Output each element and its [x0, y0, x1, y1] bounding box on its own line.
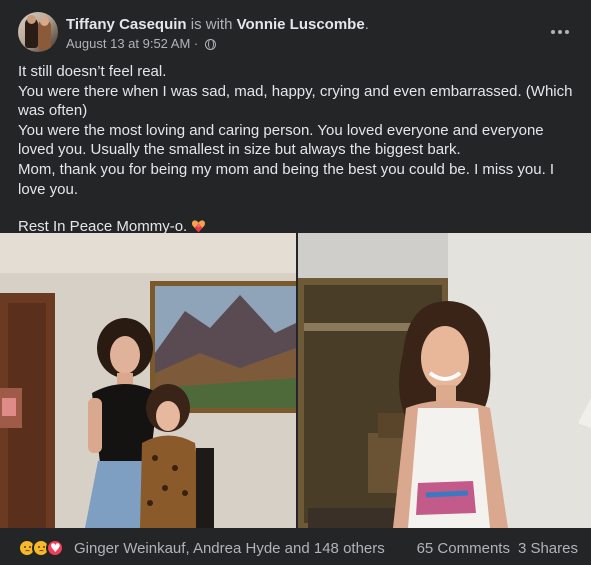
photo-right-illustration — [298, 233, 591, 528]
photo-grid — [0, 233, 591, 528]
post-line: It still doesn’t feel real. — [18, 63, 167, 80]
with-text: is with — [186, 16, 237, 33]
love-reaction-icon — [46, 539, 64, 557]
post-stats: 65 Comments 3 Shares — [417, 540, 578, 557]
globe-icon[interactable] — [204, 38, 216, 50]
reaction-icons[interactable] — [18, 539, 64, 557]
post-footer: Ginger Weinkauf, Andrea Hyde and 148 oth… — [18, 530, 578, 565]
post-header: Tiffany Casequin is with Vonnie Luscombe… — [18, 12, 578, 56]
heart-with-ribbon-icon — [192, 220, 206, 233]
post-text: It still doesn’t feel real. You were the… — [18, 62, 578, 237]
period: . — [364, 16, 369, 33]
comments-count[interactable]: 65 Comments — [417, 540, 510, 557]
post-line: Mom, thank you for being my mom and bein… — [18, 160, 555, 198]
facebook-post: Tiffany Casequin is with Vonnie Luscombe… — [0, 0, 591, 565]
more-options-icon[interactable] — [542, 18, 578, 46]
author-line: Tiffany Casequin is with Vonnie Luscombe… — [66, 15, 369, 34]
post-line: You were there when I was sad, mad, happ… — [18, 82, 573, 120]
photo-mother-and-daughter[interactable] — [0, 233, 296, 528]
tagged-name[interactable]: Vonnie Luscombe — [237, 16, 365, 33]
photo-left-illustration — [0, 233, 296, 528]
reactors-summary[interactable]: Ginger Weinkauf, Andrea Hyde and 148 oth… — [74, 540, 385, 557]
post-line: You were the most loving and caring pers… — [18, 121, 544, 159]
shares-count[interactable]: 3 Shares — [518, 540, 578, 557]
author-name[interactable]: Tiffany Casequin — [66, 16, 187, 33]
post-meta: August 13 at 9:52 AM · — [66, 36, 216, 52]
post-timestamp[interactable]: August 13 at 9:52 AM — [66, 36, 190, 52]
author-avatar[interactable] — [18, 12, 58, 52]
photo-woman-smiling[interactable] — [298, 233, 591, 528]
meta-separator: · — [190, 36, 202, 51]
